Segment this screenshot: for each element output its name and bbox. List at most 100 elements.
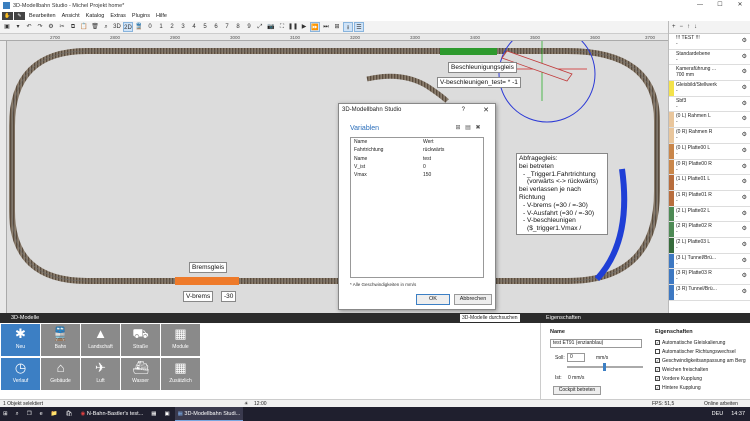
download-icon[interactable]: ⭳ <box>343 22 353 32</box>
tile-zusaetzlich[interactable]: ▦ Zusätzlich <box>161 358 200 390</box>
start-icon[interactable]: ⊞ <box>0 407 11 421</box>
fullscreen-icon[interactable]: ⛶ <box>277 22 287 32</box>
table-row[interactable]: Name test <box>351 155 483 163</box>
tile-wasser[interactable]: ⛴ Wasser <box>121 358 160 390</box>
checkbox-berg[interactable]: ✓ Geschwindigkeitsanpassung am Berg <box>655 358 746 364</box>
redo-icon[interactable]: ↷ <box>35 22 45 32</box>
soll-input[interactable]: 0 <box>567 353 585 362</box>
dialog-close-button[interactable]: ✕ <box>483 106 489 114</box>
layer-item[interactable]: (3 R) Tunnel/Brü... - ⚙ <box>669 285 750 301</box>
cam-5-button[interactable]: 5 <box>200 22 210 32</box>
taskbar-modellbahn[interactable]: ▦ 3D-Modellbahn Studi... <box>174 407 244 421</box>
undo-icon[interactable]: ↶ <box>24 22 34 32</box>
checkbox-hintere-kupplung[interactable]: ✓ Hintere Kupplung <box>655 385 701 391</box>
layer-settings-icon[interactable]: ⚙ <box>742 226 747 232</box>
language-indicator[interactable]: DEU <box>709 407 727 421</box>
skip-end-icon[interactable]: ⏭ <box>321 22 331 32</box>
layer-item[interactable]: (3 L) Tunnel/Brü... - ⚙ <box>669 253 750 270</box>
play-icon[interactable]: ▶ <box>299 22 309 32</box>
tab-properties[interactable]: Eigenschaften <box>546 315 581 321</box>
layer-item[interactable]: (0 R) Platte00 R - ⚙ <box>669 159 750 176</box>
cam-4-button[interactable]: 4 <box>189 22 199 32</box>
cam-0-button[interactable]: 0 <box>145 22 155 32</box>
tile-verlauf[interactable]: ◷ Verlauf <box>1 358 40 390</box>
layer-settings-icon[interactable]: ⚙ <box>742 273 747 279</box>
view-2d-button[interactable]: 2D <box>123 22 133 32</box>
cut-icon[interactable]: ✂ <box>57 22 67 32</box>
cancel-button[interactable]: Abbrechen <box>454 294 492 305</box>
layer-settings-icon[interactable]: ⚙ <box>742 289 747 295</box>
help-button[interactable]: ? <box>462 107 465 113</box>
folder-icon[interactable]: 📁 <box>48 407 61 421</box>
paste-icon[interactable]: 📋 <box>79 22 89 32</box>
menu-hilfe[interactable]: Hilfe <box>153 13 170 19</box>
taskbar-clock[interactable]: 14:37 <box>728 407 748 421</box>
tile-landschaft[interactable]: ▲ Landschaft <box>81 324 120 356</box>
table-row[interactable]: Vmax 150 <box>351 171 483 179</box>
layer-settings-icon[interactable]: ⚙ <box>742 54 747 60</box>
minimize-button[interactable]: — <box>690 0 710 11</box>
name-input[interactable]: test ET91 (enzianblau) <box>550 339 642 348</box>
layer-item[interactable]: (1 R) Platte01 R - ⚙ <box>669 190 750 207</box>
layer-settings-icon[interactable]: ⚙ <box>742 69 747 75</box>
grid-icon[interactable]: ⊞ <box>332 22 342 32</box>
layer-item[interactable]: (2 L) Platte03 L - ⚙ <box>669 237 750 254</box>
menu-plugins[interactable]: Plugins <box>129 13 153 19</box>
layer-item[interactable]: (2 R) Platte02 R - ⚙ <box>669 222 750 238</box>
checkbox-richtungswechsel[interactable]: Automatischer Richtungswechsel <box>655 349 736 355</box>
cam-6-button[interactable]: 6 <box>211 22 221 32</box>
copy-icon[interactable]: ⧉ <box>68 22 78 32</box>
view-3d-button[interactable]: 3D <box>112 22 122 32</box>
layer-settings-icon[interactable]: ⚙ <box>742 85 747 91</box>
fast-forward-icon[interactable]: ⏩ <box>310 22 320 32</box>
layer-item[interactable]: (2 L) Platte02 L - ⚙ <box>669 206 750 223</box>
search-icon[interactable]: ⌕ <box>13 407 22 421</box>
train-icon[interactable]: 🚆 <box>134 22 144 32</box>
ok-button[interactable]: OK <box>416 294 450 305</box>
cockpit-button[interactable]: Cockpit betreten <box>553 386 601 395</box>
cam-3-button[interactable]: 3 <box>178 22 188 32</box>
store-icon[interactable]: 🛍 <box>63 407 76 421</box>
checkbox-gleiskalierung[interactable]: ✓ Automatische Gleiskalierung <box>655 340 725 346</box>
layer-item[interactable]: !!! TEST !!! - ⚙ <box>669 34 750 50</box>
checkbox-weichen[interactable]: ✓ Weichen freischalten <box>655 367 708 373</box>
layer-settings-icon[interactable]: ⚙ <box>742 164 747 170</box>
save-icon[interactable]: ▣ <box>2 22 12 32</box>
cam-7-button[interactable]: 7 <box>222 22 232 32</box>
speed-slider[interactable] <box>567 363 643 371</box>
tile-module[interactable]: ▦ Module <box>161 324 200 356</box>
taskbar-app3[interactable]: ▣ <box>161 407 172 421</box>
move-down-icon[interactable]: ↓ <box>694 24 697 30</box>
layer-settings-icon[interactable]: ⚙ <box>742 211 747 217</box>
tile-bahn[interactable]: 🚆 Bahn <box>41 324 80 356</box>
settings-icon[interactable]: ⚙ <box>46 22 56 32</box>
edge-icon[interactable]: e <box>37 407 46 421</box>
menu-extras[interactable]: Extras <box>107 13 129 19</box>
layer-item[interactable]: Sbf3- ⚙ <box>669 96 750 113</box>
layer-item[interactable]: Standardebene - ⚙ <box>669 49 750 66</box>
tile-neu[interactable]: ✱ Neu <box>1 324 40 356</box>
layer-item[interactable]: (0 L) Rahmen L - ⚙ <box>669 112 750 129</box>
pause-icon[interactable]: ❚❚ <box>288 22 298 32</box>
dropdown-icon[interactable]: ▾ <box>13 22 23 32</box>
menu-bearbeiten[interactable]: Bearbeiten <box>26 13 59 19</box>
add-layer-icon[interactable]: + <box>672 24 676 30</box>
layer-item[interactable]: (1 L) Platte01 L - ⚙ <box>669 175 750 191</box>
layer-item[interactable]: (0 L) Platte00 L - ⚙ <box>669 143 750 160</box>
mode-edit-button[interactable]: ✎ <box>14 12 25 20</box>
layer-item[interactable]: Kameraführung ... 700 mm ⚙ <box>669 65 750 82</box>
maximize-button[interactable]: ☐ <box>710 0 730 11</box>
expand-icon[interactable]: ⤢ <box>255 22 265 32</box>
taskview-icon[interactable]: ❐ <box>24 407 35 421</box>
add-variable-icon[interactable]: ⊞ <box>454 124 462 131</box>
delete-icon[interactable]: 🗑 <box>90 22 100 32</box>
menu-katalog[interactable]: Katalog <box>83 13 108 19</box>
camera-icon[interactable]: 📷 <box>266 22 276 32</box>
cam-9-button[interactable]: 9 <box>244 22 254 32</box>
layer-settings-icon[interactable]: ⚙ <box>742 242 747 248</box>
layer-item[interactable]: (3 R) Platte03 R - ⚙ <box>669 269 750 285</box>
speed-slider-handle[interactable] <box>603 363 606 371</box>
menu-ansicht[interactable]: Ansicht <box>59 13 83 19</box>
move-up-icon[interactable]: ↑ <box>687 24 690 30</box>
search-icon[interactable]: ⌕ <box>101 22 111 32</box>
